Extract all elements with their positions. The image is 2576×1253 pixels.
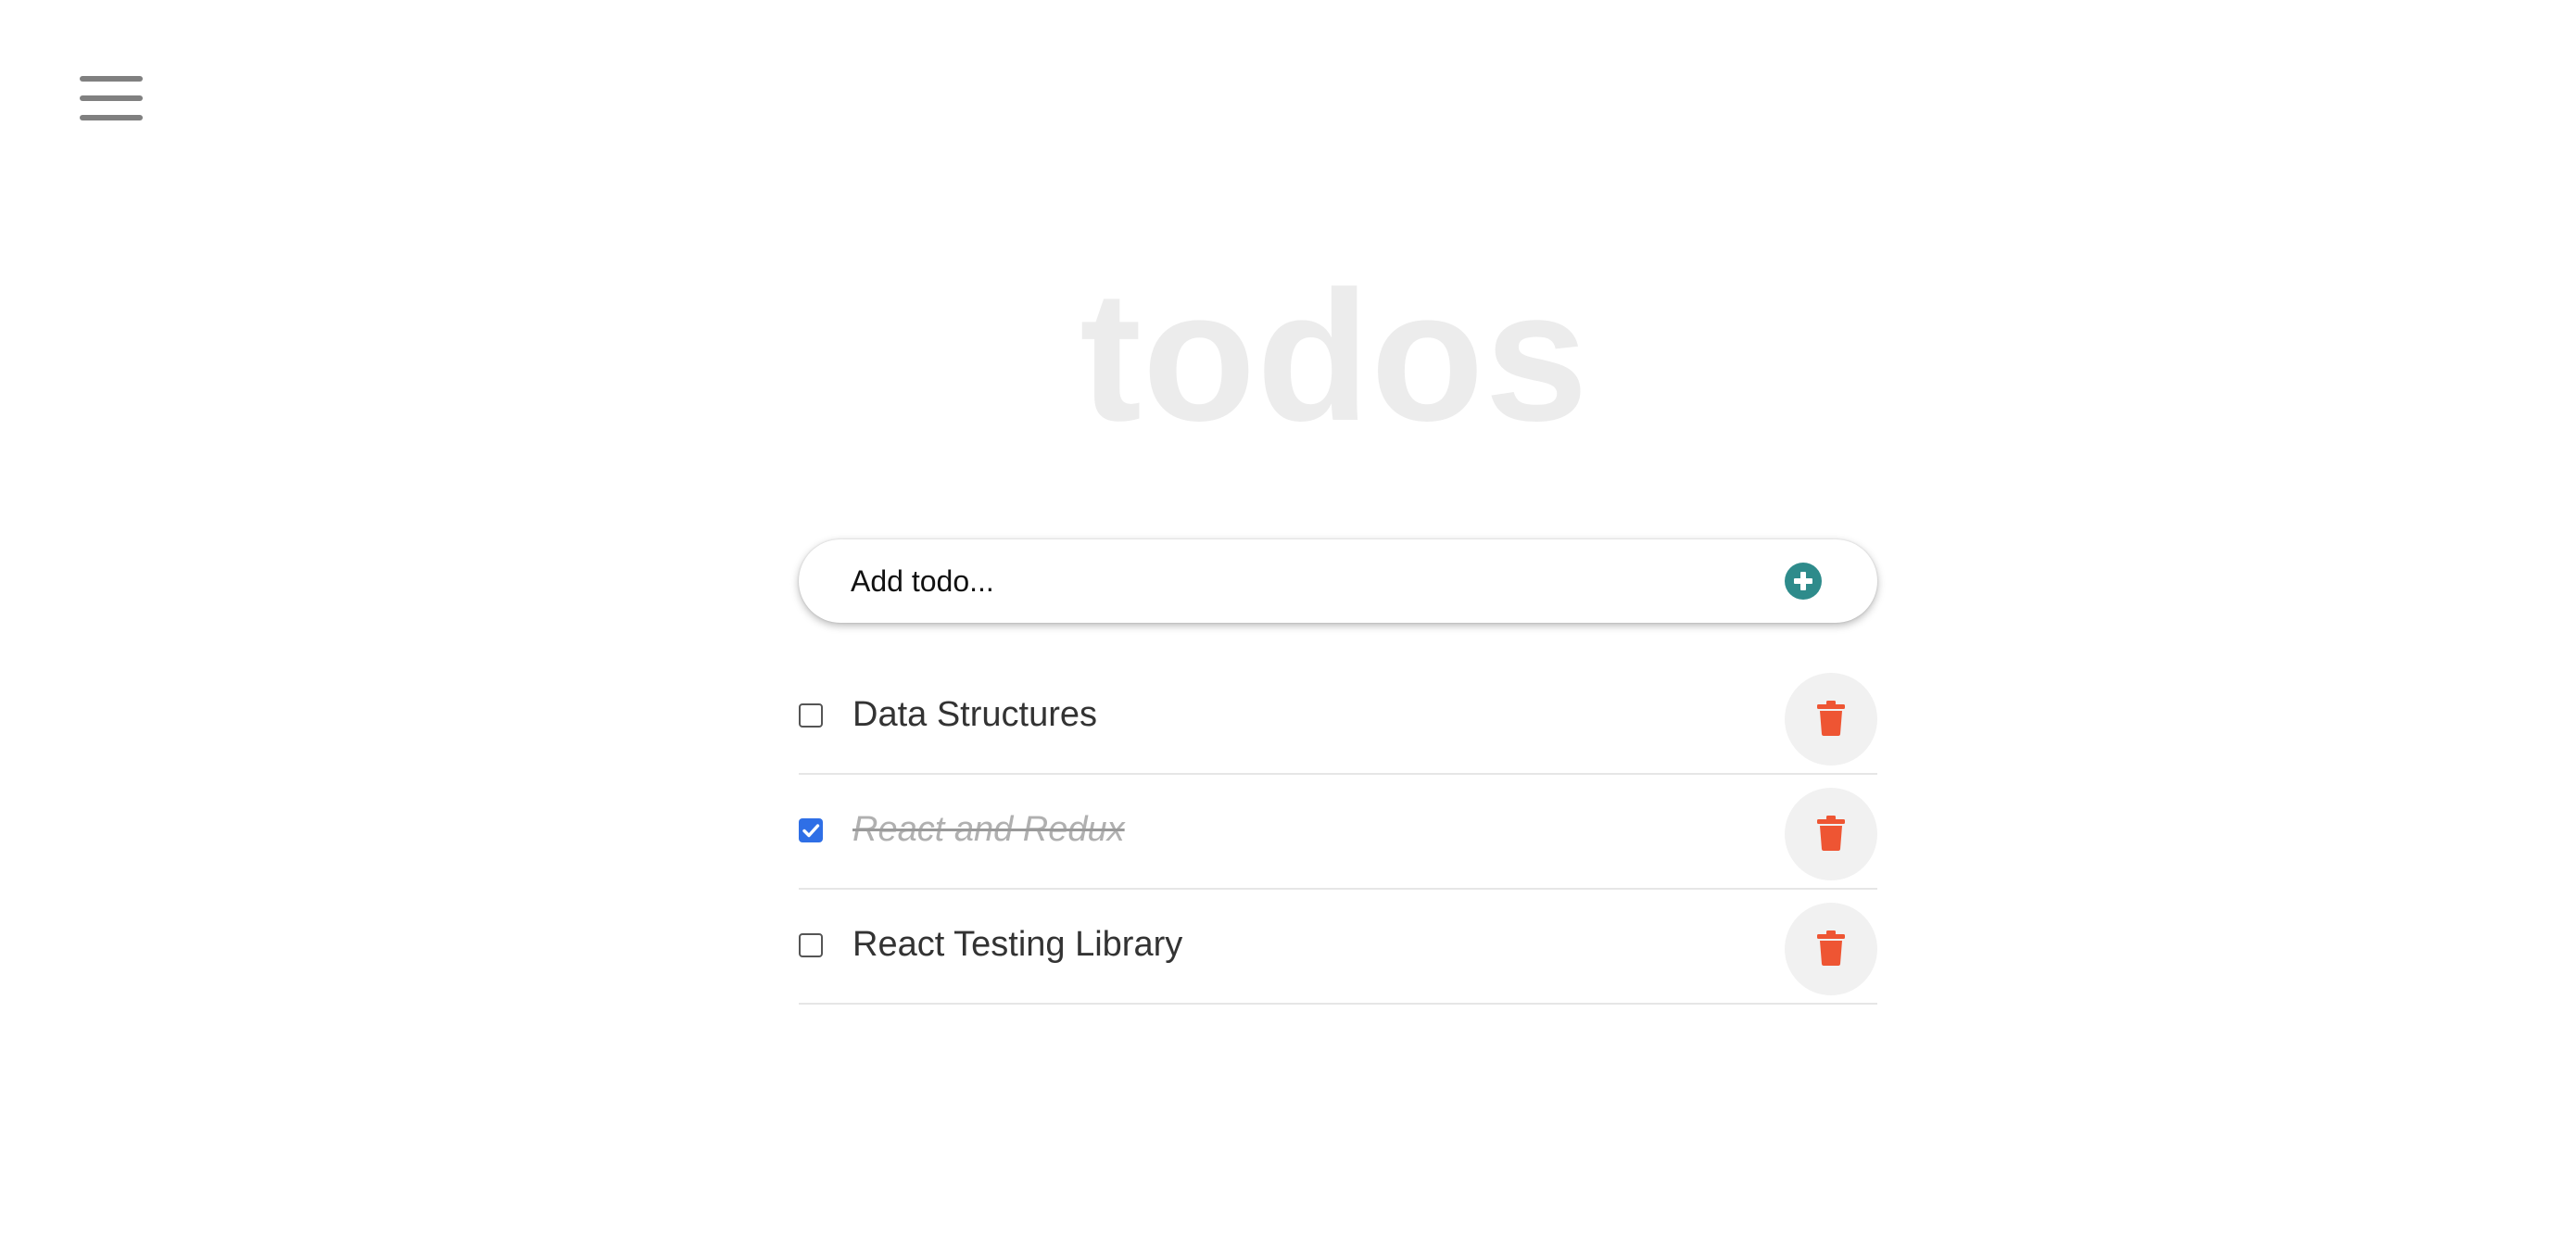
checkmark-icon <box>802 824 820 838</box>
todo-checkbox-checked[interactable] <box>799 818 823 842</box>
todo-label: Data Structures <box>852 695 1097 734</box>
app-title: todos <box>1080 253 1589 460</box>
delete-todo-button[interactable] <box>1785 903 1877 995</box>
add-todo-bar <box>799 539 1877 623</box>
todo-list: Data Structures React and Redux React Te… <box>799 660 1877 1005</box>
menu-bar-bottom <box>80 115 143 120</box>
todo-label-completed: React and Redux <box>852 810 1125 849</box>
todo-item: React Testing Library <box>799 890 1877 1005</box>
todo-checkbox[interactable] <box>799 703 823 728</box>
trash-icon <box>1817 930 1845 966</box>
hamburger-menu-icon[interactable] <box>80 74 143 122</box>
trash-icon <box>1817 701 1845 736</box>
delete-todo-button[interactable] <box>1785 788 1877 880</box>
menu-bar-top <box>80 76 143 82</box>
menu-bar-middle <box>80 95 143 101</box>
delete-todo-button[interactable] <box>1785 673 1877 766</box>
add-todo-button[interactable] <box>1785 563 1822 600</box>
todo-checkbox[interactable] <box>799 933 823 957</box>
todo-label: React Testing Library <box>852 925 1183 964</box>
trash-icon <box>1817 816 1845 851</box>
todo-item: Data Structures <box>799 660 1877 775</box>
add-todo-input[interactable] <box>851 539 1759 623</box>
todo-app: todos Data Structures <box>0 0 2576 1253</box>
plus-circle-icon <box>1785 563 1822 600</box>
todo-item: React and Redux <box>799 775 1877 890</box>
